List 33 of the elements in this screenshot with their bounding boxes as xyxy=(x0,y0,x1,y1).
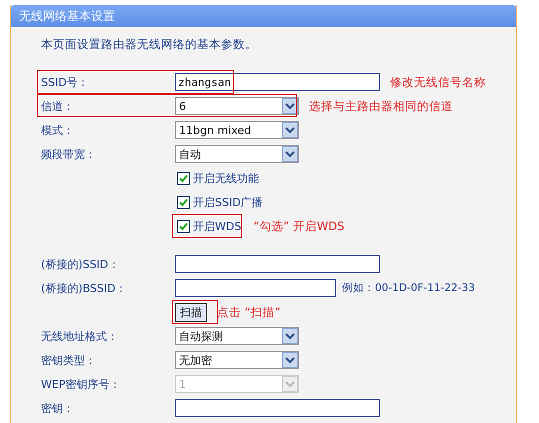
hint-text: 例如：00-1D-0F-11-22-33 xyxy=(342,281,475,295)
field-label: (桥接的)BSSID： xyxy=(41,280,128,296)
checkbox[interactable] xyxy=(177,172,190,184)
input-field[interactable] xyxy=(175,399,380,417)
checkbox-option[interactable]: 开启SSID广播 xyxy=(175,192,265,212)
annotation-text: 选择与主路由器相同的信道 xyxy=(309,98,453,114)
field-label: 模式： xyxy=(41,122,75,138)
panel-title: 无线网络基本设置 xyxy=(11,5,516,27)
scan-button[interactable]: 扫描 xyxy=(175,302,207,322)
field-label: SSID号： xyxy=(41,74,90,90)
annotation-text: 点击 “扫描” xyxy=(217,304,281,320)
field-label: (桥接的)SSID： xyxy=(41,256,120,272)
checkbox[interactable] xyxy=(177,220,190,232)
dropdown[interactable]: 自动 xyxy=(175,145,299,163)
annotation-text: “勾选” 开启WDS xyxy=(253,218,344,234)
checkbox-option[interactable]: 开启WDS xyxy=(175,216,244,236)
field-label: 密钥： xyxy=(41,400,75,416)
field-label: 密钥类型： xyxy=(41,352,97,368)
intro-text: 本页面设置路由器无线网络的基本参数。 xyxy=(41,37,258,52)
checkbox-option[interactable]: 开启无线功能 xyxy=(175,168,261,188)
input-field[interactable]: zhangsan xyxy=(175,73,380,91)
input-field[interactable] xyxy=(175,279,336,297)
field-label: 信道： xyxy=(41,98,75,114)
dropdown[interactable]: 6 xyxy=(175,97,299,115)
dropdown[interactable]: 自动探测 xyxy=(175,327,299,345)
field-label: 无线地址格式： xyxy=(41,328,119,344)
dropdown[interactable]: 无加密 xyxy=(175,351,299,369)
field-label: WEP密钥序号： xyxy=(41,376,122,392)
checkbox[interactable] xyxy=(177,196,190,208)
field-label: 频段带宽： xyxy=(41,146,97,162)
dropdown[interactable]: 11bgn mixed xyxy=(175,121,299,139)
annotation-text: 修改无线信号名称 xyxy=(390,74,486,90)
input-field[interactable] xyxy=(175,255,380,273)
